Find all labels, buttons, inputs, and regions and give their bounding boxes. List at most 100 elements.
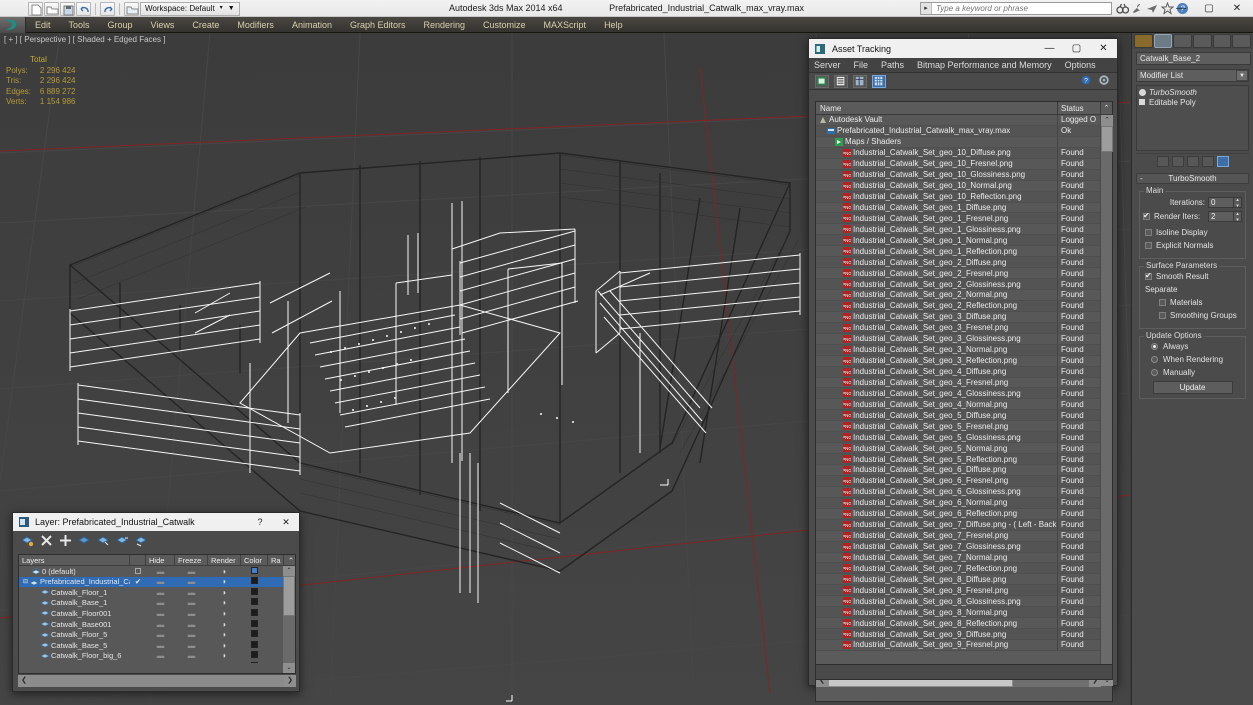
workspace-chevron-icon[interactable]: ▾ xyxy=(220,2,223,15)
asset-row-name-cell[interactable]: PNGIndustrial_Catwalk_Set_geo_10_Normal.… xyxy=(816,180,1058,191)
modifier-stack-item-turbosmooth[interactable]: TurboSmooth xyxy=(1137,87,1248,97)
asset-row-name-cell[interactable]: PNGIndustrial_Catwalk_Set_geo_5_Diffuse.… xyxy=(816,410,1058,421)
asset-row-name-cell[interactable]: PNGIndustrial_Catwalk_Set_geo_10_Reflect… xyxy=(816,191,1058,202)
asset-row[interactable]: PNGIndustrial_Catwalk_Set_geo_6_Glossine… xyxy=(816,486,1101,498)
workspace-dropdown[interactable]: Workspace: Default ▾ ▼ xyxy=(140,1,240,16)
layer-render-cell[interactable]: ◗ xyxy=(208,641,241,650)
asset-row-name-cell[interactable]: PNGIndustrial_Catwalk_Set_geo_5_Glossine… xyxy=(816,432,1058,443)
menu-rendering[interactable]: Rendering xyxy=(415,17,475,33)
asset-row[interactable]: PNGIndustrial_Catwalk_Set_geo_10_Glossin… xyxy=(816,169,1101,181)
layer-column-radiosity[interactable]: Ra xyxy=(268,555,284,565)
asset-row-name-cell[interactable]: PNGIndustrial_Catwalk_Set_geo_3_Normal.p… xyxy=(816,344,1058,355)
asset-row-name-cell[interactable]: Maps / Shaders xyxy=(816,136,1058,147)
asset-row[interactable]: PNGIndustrial_Catwalk_Set_geo_4_Fresnel.… xyxy=(816,377,1101,389)
layer-color-cell[interactable] xyxy=(241,661,268,663)
layer-column-render[interactable]: Render xyxy=(208,555,241,565)
layer-row[interactable]: 0 (default) ▬ ▬ ◗ xyxy=(19,566,284,577)
layer-render-cell[interactable]: ◗ xyxy=(208,662,241,663)
open-file-icon[interactable] xyxy=(44,1,59,16)
menu-tools[interactable]: Tools xyxy=(60,17,99,33)
tab-modify[interactable] xyxy=(1153,34,1173,48)
update-option-always[interactable]: Always xyxy=(1151,342,1242,351)
refresh-icon[interactable] xyxy=(815,74,829,88)
asset-menu-bitmap-performance[interactable]: Bitmap Performance and Memory xyxy=(917,60,1052,70)
modifier-stack[interactable]: TurboSmooth Editable Poly xyxy=(1136,85,1249,151)
asset-row-name-cell[interactable]: PNGIndustrial_Catwalk_Set_geo_1_Diffuse.… xyxy=(816,202,1058,213)
asset-row-name-cell[interactable]: PNGIndustrial_Catwalk_Set_geo_6_Fresnel.… xyxy=(816,475,1058,486)
asset-row[interactable]: PNGIndustrial_Catwalk_Set_geo_2_Normal.p… xyxy=(816,290,1101,301)
layer-row[interactable]: ⊟Prefabricated_Industrial_Catwalk✔▬▬◗ xyxy=(19,576,284,588)
asset-row-name-cell[interactable]: PNGIndustrial_Catwalk_Set_geo_3_Fresnel.… xyxy=(816,322,1058,333)
layer-color-swatch[interactable] xyxy=(251,661,258,663)
asset-close-button[interactable]: ✕ xyxy=(1090,39,1117,58)
menu-graph-editors[interactable]: Graph Editors xyxy=(341,17,415,33)
layer-render-cell[interactable]: ◗ xyxy=(208,577,241,586)
asset-menu-paths[interactable]: Paths xyxy=(881,60,904,70)
layer-freeze-cell[interactable]: ▬ xyxy=(175,577,208,586)
layer-freeze-cell[interactable]: ▬ xyxy=(175,609,208,618)
asset-row-name-cell[interactable]: Autodesk Vault xyxy=(816,115,1058,125)
layer-row-name-cell[interactable]: ⊟ Prefabricated_Industrial_Catwalk xyxy=(19,577,130,586)
menu-group[interactable]: Group xyxy=(99,17,142,33)
asset-vertical-scrollbar[interactable]: ⌃ ⌄ xyxy=(1100,115,1113,686)
layer-list-scrollbar[interactable]: ⌃ ⌄ xyxy=(283,566,295,673)
menu-modifiers[interactable]: Modifiers xyxy=(228,17,283,33)
collapse-icon[interactable]: - xyxy=(1140,174,1143,183)
layer-hide-cell[interactable]: ▬ xyxy=(146,641,175,650)
layer-render-cell[interactable]: ◗ xyxy=(208,620,241,629)
turbosmooth-rollout-header[interactable]: - TurboSmooth xyxy=(1136,173,1249,184)
layer-render-cell[interactable]: ◗ xyxy=(208,630,241,639)
layer-row-name-cell[interactable]: Catwalk_Floor_1 xyxy=(19,588,130,597)
asset-tracking-window[interactable]: Asset Tracking — ▢ ✕ Server File Paths B… xyxy=(808,38,1118,702)
asset-row[interactable]: PNGIndustrial_Catwalk_Set_geo_2_Glossine… xyxy=(816,279,1101,290)
asset-row[interactable]: PNGIndustrial_Catwalk_Set_geo_6_Normal.p… xyxy=(816,497,1101,509)
asset-row-name-cell[interactable]: PNGIndustrial_Catwalk_Set_geo_7_Fresnel.… xyxy=(816,530,1058,541)
maximize-button[interactable]: ▢ xyxy=(1195,0,1223,17)
layer-column-current[interactable] xyxy=(130,555,146,565)
layer-hide-cell[interactable]: ▬ xyxy=(146,620,175,629)
asset-scroll-up-icon[interactable]: ⌃ xyxy=(1101,115,1113,126)
layer-dialog-titlebar[interactable]: Layer: Prefabricated_Industrial_Catwalk … xyxy=(13,513,299,531)
layer-hide-cell[interactable]: ▬ xyxy=(146,567,175,576)
layer-row[interactable]: Catwalk_Base_1 ▬ ▬ ◗ xyxy=(19,598,284,609)
undo-icon[interactable] xyxy=(76,1,91,16)
iterations-value[interactable]: 0 xyxy=(1208,197,1234,208)
asset-column-status[interactable]: Status xyxy=(1058,102,1101,114)
layer-row-name-cell[interactable]: Catwalk_Base001 xyxy=(19,620,130,629)
asset-row-name-cell[interactable]: PNGIndustrial_Catwalk_Set_geo_7_Diffuse.… xyxy=(816,519,1058,530)
layer-render-cell[interactable]: ◗ xyxy=(208,598,241,607)
asset-row[interactable]: PNGIndustrial_Catwalk_Set_geo_10_Diffuse… xyxy=(816,147,1101,159)
pin-stack-button[interactable] xyxy=(1156,156,1169,167)
tab-create[interactable] xyxy=(1134,34,1153,48)
table-view-icon[interactable] xyxy=(872,74,886,88)
asset-row[interactable]: PNGIndustrial_Catwalk_Set_geo_2_Fresnel.… xyxy=(816,268,1101,280)
configure-modifier-sets-button[interactable] xyxy=(1216,156,1229,167)
tab-hierarchy[interactable] xyxy=(1173,34,1193,48)
radio-always-icon[interactable] xyxy=(1151,343,1158,350)
asset-row[interactable]: PNGIndustrial_Catwalk_Set_geo_10_Fresnel… xyxy=(816,158,1101,170)
search-input[interactable] xyxy=(932,4,1111,13)
asset-row[interactable]: PNGIndustrial_Catwalk_Set_geo_5_Normal.p… xyxy=(816,443,1101,455)
layer-row[interactable]: Catwalk_Base_5 ▬ ▬ ◗ xyxy=(19,640,284,651)
asset-row[interactable]: PNGIndustrial_Catwalk_Set_geo_1_Fresnel.… xyxy=(816,213,1101,225)
layer-freeze-cell[interactable]: ▬ xyxy=(175,620,208,629)
asset-row-name-cell[interactable]: PNGIndustrial_Catwalk_Set_geo_4_Fresnel.… xyxy=(816,377,1058,388)
layer-color-cell[interactable] xyxy=(241,619,268,629)
layer-column-layers[interactable]: Layers xyxy=(19,555,130,565)
layer-hide-cell[interactable]: ▬ xyxy=(146,630,175,639)
layer-color-swatch[interactable] xyxy=(251,640,258,648)
layer-render-cell[interactable]: ◗ xyxy=(208,609,241,618)
list-view-icon[interactable] xyxy=(834,74,848,88)
asset-row[interactable]: PNGIndustrial_Catwalk_Set_geo_3_Reflecti… xyxy=(816,355,1101,367)
layer-color-cell[interactable] xyxy=(241,640,268,650)
asset-row-name-cell[interactable]: PNGIndustrial_Catwalk_Set_geo_8_Diffuse.… xyxy=(816,574,1058,585)
asset-row-name-cell[interactable]: PNGIndustrial_Catwalk_Set_geo_5_Normal.p… xyxy=(816,443,1058,454)
layer-row-name-cell[interactable]: Catwalk_Base_1 xyxy=(19,598,130,607)
asset-row-name-cell[interactable]: PNGIndustrial_Catwalk_Set_geo_6_Diffuse.… xyxy=(816,465,1058,475)
radio-manually-icon[interactable] xyxy=(1151,369,1158,376)
asset-row[interactable]: PNGIndustrial_Catwalk_Set_geo_8_Glossine… xyxy=(816,596,1101,608)
layer-color-cell[interactable] xyxy=(241,566,268,576)
layer-hscroll-track[interactable] xyxy=(30,675,284,687)
asset-row-name-cell[interactable]: PNGIndustrial_Catwalk_Set_geo_10_Fresnel… xyxy=(816,158,1058,169)
menu-customize[interactable]: Customize xyxy=(474,17,535,33)
